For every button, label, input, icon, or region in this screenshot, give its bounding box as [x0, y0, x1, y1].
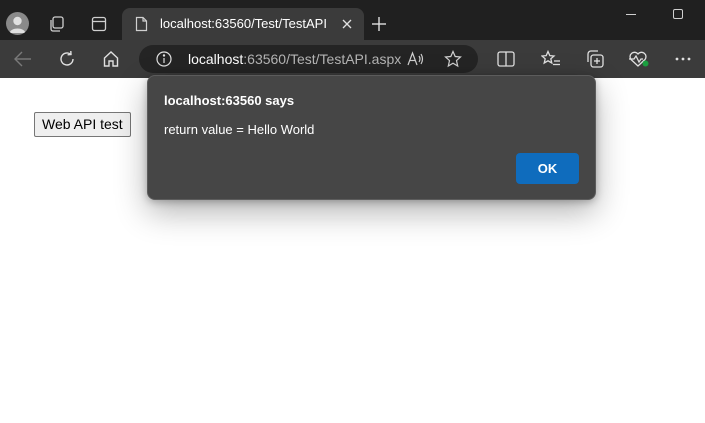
info-icon[interactable] [156, 51, 172, 67]
read-aloud-icon[interactable] [407, 51, 424, 67]
active-tab[interactable]: localhost:63560/Test/TestAPI.aspx [122, 8, 364, 40]
alert-dialog: localhost:63560 says return value = Hell… [147, 75, 596, 200]
dialog-message: return value = Hello World [164, 122, 315, 137]
favorites-icon[interactable] [541, 50, 561, 68]
close-icon[interactable] [342, 19, 352, 29]
more-icon[interactable] [675, 57, 691, 61]
browser-essentials-icon[interactable] [628, 50, 650, 68]
page-icon [135, 16, 148, 32]
ok-button[interactable]: OK [516, 153, 579, 184]
workspaces-icon[interactable] [48, 15, 66, 33]
url-path: :63560/Test/TestAPI.aspx [243, 51, 402, 67]
url-text[interactable]: localhost:63560/Test/TestAPI.aspx [188, 51, 401, 67]
home-icon[interactable] [102, 50, 120, 68]
split-screen-icon[interactable] [497, 51, 515, 67]
tab-title: localhost:63560/Test/TestAPI.aspx [160, 16, 328, 31]
vertical-tabs-icon[interactable] [91, 16, 107, 32]
title-bar: localhost:63560/Test/TestAPI.aspx [0, 0, 705, 40]
refresh-icon[interactable] [58, 50, 76, 68]
collections-icon[interactable] [585, 49, 605, 69]
navigation-toolbar: localhost:63560/Test/TestAPI.aspx [0, 40, 705, 78]
address-bar[interactable]: localhost:63560/Test/TestAPI.aspx [139, 45, 478, 73]
new-tab-icon[interactable] [372, 17, 386, 31]
favorite-icon[interactable] [444, 50, 462, 68]
web-api-test-button[interactable]: Web API test [34, 112, 131, 137]
profile-avatar[interactable] [6, 12, 29, 35]
maximize-icon[interactable] [673, 9, 683, 19]
minimize-icon[interactable] [626, 14, 636, 16]
url-host: localhost [188, 51, 244, 67]
back-icon[interactable] [14, 51, 32, 67]
dialog-title: localhost:63560 says [164, 93, 295, 108]
